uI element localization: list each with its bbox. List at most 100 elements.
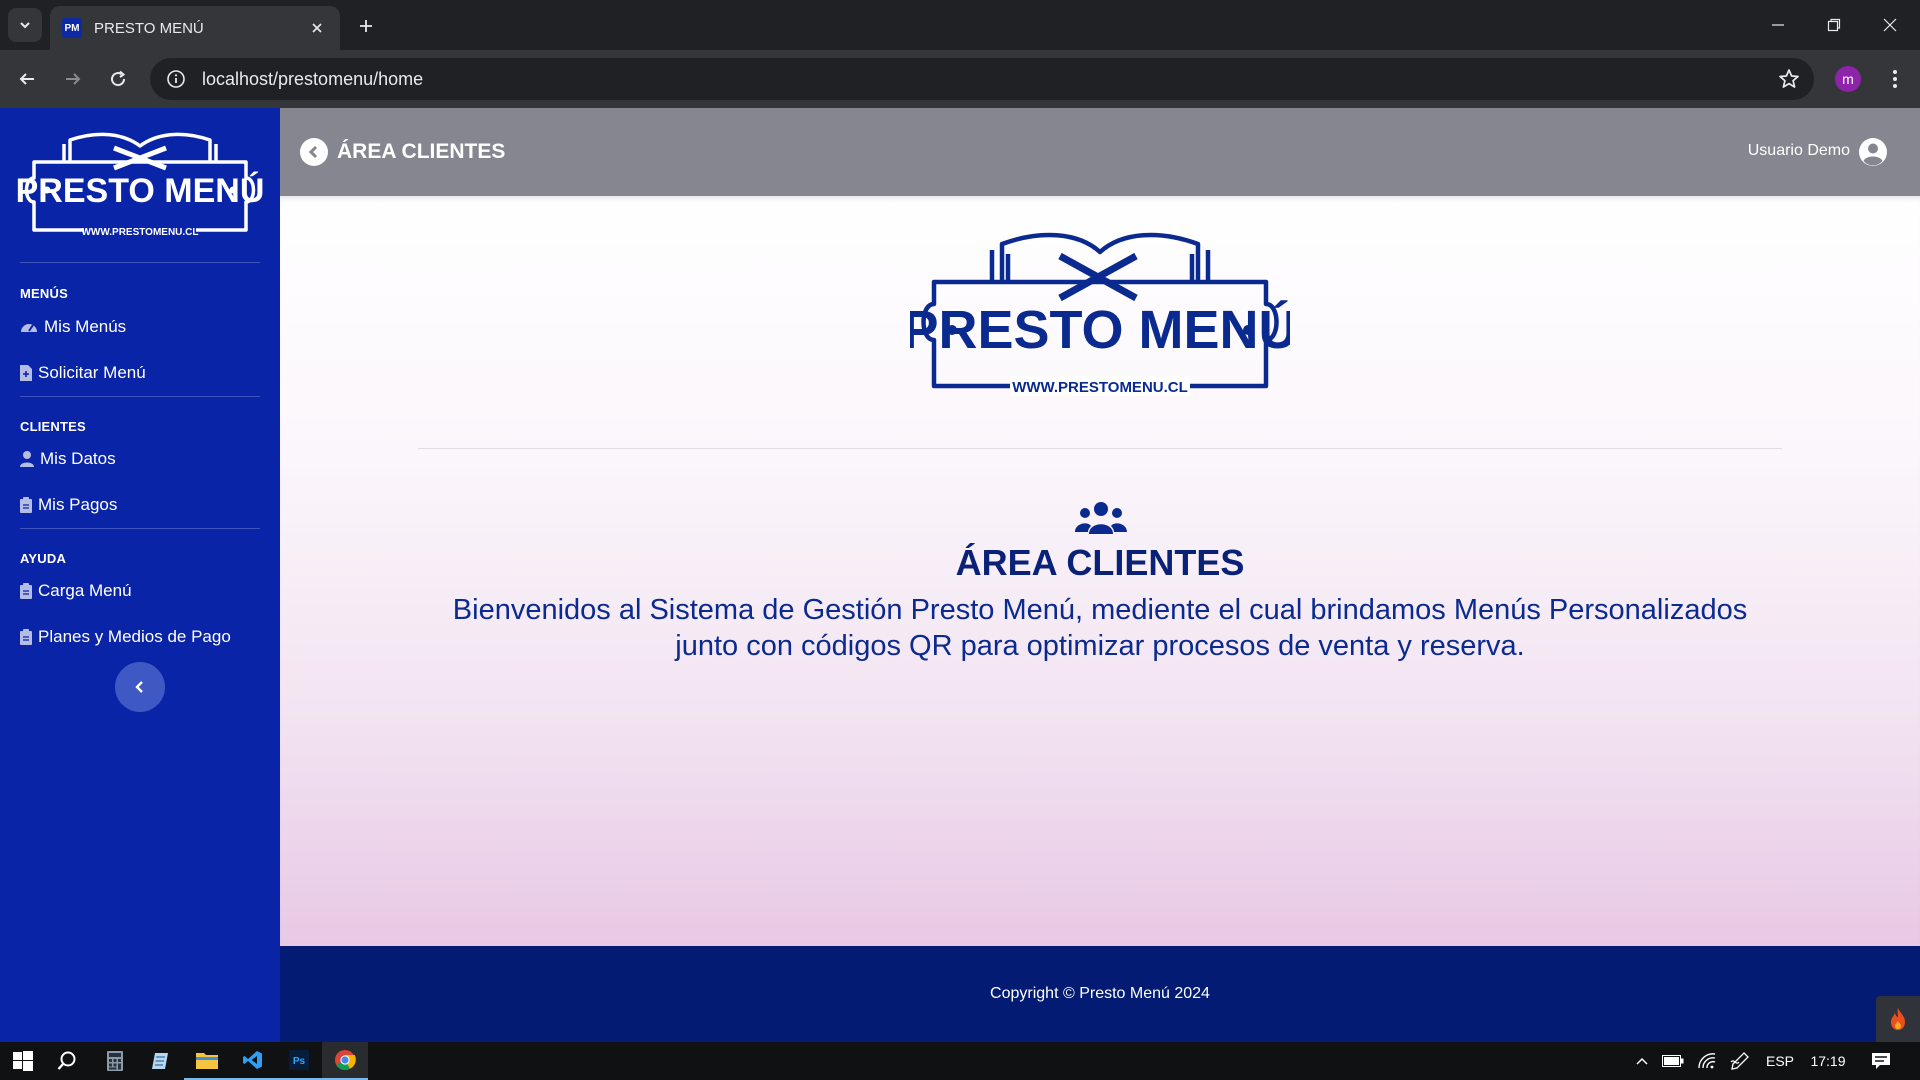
wifi-icon — [1698, 1053, 1716, 1069]
tab-search-button[interactable] — [8, 8, 42, 42]
browser-tab[interactable]: PM PRESTO MENÚ — [50, 6, 340, 50]
minimize-button[interactable] — [1750, 0, 1806, 50]
notepad-icon — [152, 1053, 168, 1069]
close-icon — [312, 23, 322, 33]
footer: Copyright © Presto Menú 2024 — [280, 946, 1920, 1042]
tray-pen[interactable] — [1725, 1042, 1755, 1080]
browser-tabstrip: PM PRESTO MENÚ — [0, 0, 1920, 50]
flame-icon — [1891, 1008, 1905, 1030]
reload-button[interactable] — [103, 64, 133, 94]
start-button[interactable] — [0, 1042, 46, 1080]
copyright-text: Copyright © Presto Menú 2024 — [990, 985, 1210, 1002]
sidebar-item-mis-menus[interactable]: Mis Menús — [20, 312, 126, 342]
back-nav-button[interactable] — [12, 64, 42, 94]
restore-button[interactable] — [1806, 0, 1862, 50]
logo-url-text: WWW.PRESTOMENU.CL — [1012, 379, 1188, 396]
close-window-button[interactable] — [1862, 0, 1918, 50]
chevron-down-icon — [20, 22, 30, 29]
new-tab-button[interactable] — [352, 12, 380, 40]
sidebar-heading-clientes: CLIENTES — [20, 419, 86, 434]
forward-nav-button[interactable] — [58, 64, 88, 94]
sidebar-item-label: Planes y Medios de Pago — [38, 627, 231, 646]
sidebar-divider — [20, 262, 260, 263]
windows-taskbar: Ps ESP 17:19 — [0, 1042, 1920, 1080]
sidebar-item-label: Mis Pagos — [38, 495, 118, 514]
windows-icon — [13, 1051, 33, 1071]
taskbar-notes-app[interactable] — [138, 1042, 184, 1080]
back-button[interactable] — [300, 138, 328, 166]
area-title: ÁREA CLIENTES — [955, 542, 1245, 583]
tray-clock[interactable]: 17:19 — [1804, 1042, 1852, 1080]
profile-avatar[interactable]: m — [1835, 66, 1861, 92]
main-logo: PRESTO MENÚ WWW.PRESTOMENU.CL — [902, 226, 1298, 396]
bookmark-button[interactable] — [1778, 68, 1800, 95]
tray-notifications[interactable] — [1866, 1042, 1896, 1080]
tray-overflow-button[interactable] — [1630, 1042, 1654, 1080]
url-text: localhost/prestomenu/home — [202, 68, 424, 89]
star-icon — [1779, 69, 1799, 88]
topbar: ÁREA CLIENTES Usuario Demo — [280, 108, 1920, 196]
close-icon — [1883, 18, 1897, 32]
sidebar-item-planes-medios-pago[interactable]: Planes y Medios de Pago — [20, 622, 231, 652]
favicon: PM — [62, 18, 82, 38]
sidebar-logo[interactable]: PRESTO MENÚ WWW.PRESTOMENU.CL — [14, 128, 266, 248]
sidebar-heading-menus: MENÚS — [20, 286, 68, 301]
content-divider — [418, 448, 1782, 449]
sidebar-heading-ayuda: AYUDA — [20, 551, 67, 566]
sidebar-divider — [20, 528, 260, 529]
gauge-icon — [20, 318, 38, 336]
notification-icon — [1872, 1053, 1890, 1069]
logo-title-text: PRESTO MENÚ — [910, 300, 1290, 360]
welcome-text: Bienvenidos al Sistema de Gestión Presto… — [410, 592, 1790, 664]
plus-icon — [360, 20, 372, 32]
photoshop-icon: Ps — [289, 1050, 309, 1070]
taskbar-photoshop[interactable]: Ps — [276, 1042, 322, 1080]
sidebar-item-label: Mis Menús — [44, 317, 127, 336]
clipboard-icon — [20, 582, 32, 600]
address-bar[interactable]: localhost/prestomenu/home — [150, 58, 1814, 100]
sidebar-divider — [20, 396, 260, 397]
search-button[interactable] — [44, 1042, 90, 1080]
sidebar-item-mis-pagos[interactable]: Mis Pagos — [20, 490, 117, 520]
more-vertical-icon — [1893, 70, 1897, 88]
presto-menu-logo: PRESTO MENÚ WWW.PRESTOMENU.CL — [16, 132, 264, 238]
sidebar-item-solicitar-menu[interactable]: Solicitar Menú — [20, 358, 146, 388]
info-icon — [167, 70, 185, 88]
user-name[interactable]: Usuario Demo — [1748, 142, 1850, 160]
folder-icon — [196, 1053, 218, 1069]
user-circle-icon[interactable] — [1858, 137, 1888, 167]
taskbar-calculator[interactable] — [92, 1042, 138, 1080]
user-icon — [20, 450, 34, 468]
taskbar-chrome[interactable] — [322, 1042, 368, 1080]
sidebar-toggle-button[interactable] — [115, 662, 165, 712]
chrome-icon — [335, 1050, 356, 1071]
pen-icon — [1730, 1052, 1749, 1070]
clipboard-icon — [20, 628, 32, 646]
tray-battery[interactable] — [1658, 1042, 1688, 1080]
chevron-left-icon — [308, 145, 318, 159]
sidebar-item-label: Carga Menú — [38, 581, 132, 600]
site-info-button[interactable] — [154, 69, 198, 89]
minimize-icon — [1772, 24, 1784, 26]
sidebar-item-carga-menu[interactable]: Carga Menú — [20, 576, 132, 606]
devtools-badge[interactable] — [1876, 996, 1920, 1042]
sidebar: PRESTO MENÚ WWW.PRESTOMENU.CL MENÚS Mis … — [0, 108, 280, 1042]
welcome-line-2: junto con códigos QR para optimizar proc… — [675, 630, 1525, 662]
tray-wifi[interactable] — [1692, 1042, 1722, 1080]
logo-url-text: WWW.PRESTOMENU.CL — [81, 227, 198, 238]
taskbar-file-explorer[interactable] — [184, 1042, 230, 1080]
restore-icon — [1827, 18, 1841, 32]
chevron-left-icon — [135, 681, 143, 693]
battery-icon — [1662, 1055, 1684, 1067]
sidebar-item-mis-datos[interactable]: Mis Datos — [20, 444, 116, 474]
taskbar-vscode[interactable] — [230, 1042, 276, 1080]
file-plus-icon — [20, 364, 32, 382]
vscode-icon — [243, 1051, 262, 1069]
main-content: PRESTO MENÚ WWW.PRESTOMENU.CL ÁREA CLIEN… — [280, 196, 1920, 946]
tab-close-button[interactable] — [306, 17, 328, 39]
presto-menu-logo: PRESTO MENÚ WWW.PRESTOMENU.CL — [902, 232, 1298, 396]
browser-menu-button[interactable] — [1880, 64, 1910, 94]
reload-icon — [111, 70, 126, 87]
svg-text:Ps: Ps — [293, 1056, 306, 1067]
tray-language[interactable]: ESP — [1762, 1042, 1798, 1080]
